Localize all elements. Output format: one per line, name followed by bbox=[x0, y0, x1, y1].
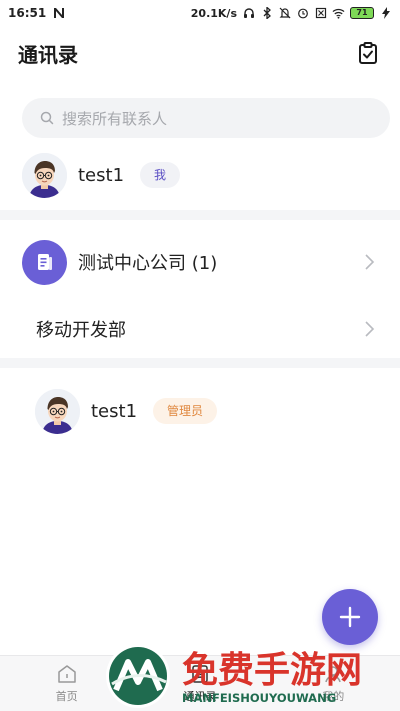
no-sim-icon bbox=[314, 7, 327, 20]
network-speed: 20.1K/s bbox=[190, 6, 237, 20]
self-contact-row[interactable]: test1 我 bbox=[0, 150, 400, 200]
nav-item-profile[interactable]: 我的 bbox=[267, 656, 400, 711]
member-row[interactable]: test1 管理员 bbox=[0, 386, 400, 436]
alarm-icon bbox=[296, 7, 309, 20]
nav-label-home: 首页 bbox=[55, 690, 78, 703]
chevron-right-icon bbox=[365, 254, 375, 270]
status-time: 16:51 bbox=[8, 6, 47, 20]
contacts-icon bbox=[192, 665, 208, 683]
nav-label-profile: 我的 bbox=[322, 690, 345, 703]
department-row[interactable]: 移动开发部 bbox=[0, 304, 400, 354]
nav-item-contacts[interactable]: 通讯录 bbox=[133, 656, 266, 711]
section-divider bbox=[0, 358, 400, 368]
profile-icon bbox=[325, 666, 342, 683]
header: 通讯录 bbox=[0, 30, 400, 76]
page-title: 通讯录 bbox=[18, 42, 78, 67]
company-document-icon bbox=[22, 239, 67, 285]
admin-badge: 管理员 bbox=[153, 398, 218, 424]
notification-n-icon bbox=[52, 7, 65, 20]
nav-item-home[interactable]: 首页 bbox=[0, 656, 133, 711]
search-input[interactable]: 搜索所有联系人 bbox=[22, 98, 390, 138]
avatar bbox=[22, 152, 67, 198]
mute-bell-icon bbox=[278, 7, 291, 20]
contact-name: test1 bbox=[91, 400, 138, 422]
wifi-icon bbox=[332, 7, 345, 20]
me-badge: 我 bbox=[140, 162, 181, 188]
home-icon bbox=[57, 665, 76, 683]
status-bar: 16:51 20.1K/s 71 bbox=[0, 0, 400, 26]
battery-level: 71 bbox=[356, 8, 368, 17]
bluetooth-icon bbox=[260, 7, 273, 20]
clipboard-check-icon bbox=[359, 42, 377, 64]
contact-name: test1 bbox=[78, 164, 125, 186]
charging-icon bbox=[379, 7, 392, 20]
section-divider bbox=[0, 210, 400, 220]
company-name: 测试中心公司 (1) bbox=[78, 253, 218, 274]
clipboard-check-button[interactable] bbox=[354, 39, 382, 67]
search-icon bbox=[40, 111, 54, 125]
search-placeholder: 搜索所有联系人 bbox=[62, 109, 168, 128]
company-row[interactable]: 测试中心公司 (1) bbox=[0, 230, 400, 294]
headphones-icon bbox=[242, 7, 255, 20]
add-button[interactable] bbox=[322, 589, 378, 645]
avatar bbox=[35, 388, 80, 434]
chevron-right-icon bbox=[365, 321, 375, 337]
battery-indicator: 71 bbox=[350, 7, 374, 19]
bottom-nav: 首页 通讯录 我的 bbox=[0, 655, 400, 711]
department-name: 移动开发部 bbox=[36, 320, 126, 341]
status-left: 16:51 bbox=[8, 6, 65, 20]
nav-label-contacts: 通讯录 bbox=[183, 690, 217, 703]
status-right: 20.1K/s 71 bbox=[191, 7, 392, 20]
plus-icon bbox=[339, 606, 361, 628]
